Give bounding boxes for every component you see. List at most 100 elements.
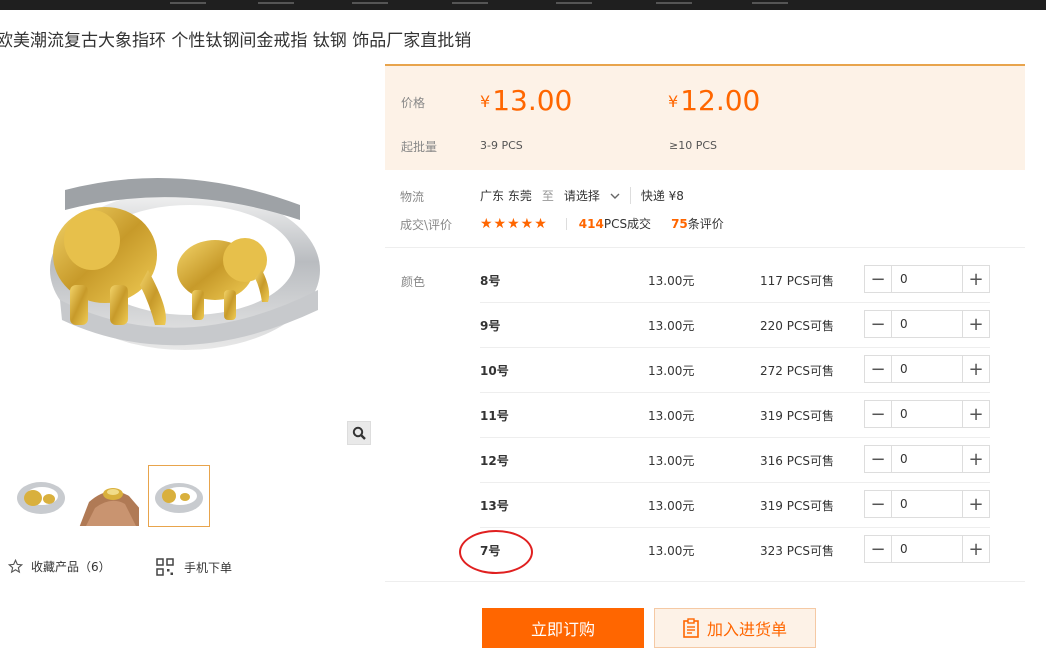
deal-count-suffix: PCS成交: [603, 217, 652, 231]
quantity-input[interactable]: [892, 446, 962, 472]
sku-stock: 220 PCS可售: [760, 319, 834, 333]
sku-price: 13.00元: [648, 544, 695, 558]
quantity-input[interactable]: [892, 311, 962, 337]
highlight-annotation-circle: [459, 530, 533, 574]
sku-price: 13.00元: [648, 454, 695, 468]
sku-row: 9号 13.00元 220 PCS可售 − +: [480, 303, 990, 348]
quantity-input[interactable]: [892, 401, 962, 427]
quantity-stepper: − +: [864, 310, 990, 338]
mobile-order[interactable]: 手机下单: [156, 558, 232, 576]
quantity-stepper: − +: [864, 265, 990, 293]
deals-row: ★★★★★ 414 PCS成交 75 条评价: [480, 215, 724, 232]
increment-button[interactable]: +: [962, 401, 989, 427]
sku-stock: 323 PCS可售: [760, 544, 834, 558]
nav-item[interactable]: [170, 0, 206, 4]
magnifier-icon: [352, 426, 366, 440]
nav-item[interactable]: [656, 0, 692, 4]
sku-row: 8号 13.00元 117 PCS可售 − +: [480, 258, 990, 303]
to-label: 至: [541, 189, 554, 203]
price-tier-2: ¥12.00: [668, 84, 760, 117]
decrement-button[interactable]: −: [865, 356, 892, 382]
range-tier-2: ≥10 PCS: [669, 139, 718, 152]
increment-button[interactable]: +: [962, 356, 989, 382]
increment-button[interactable]: +: [962, 266, 989, 292]
rating-stars: ★★★★★: [480, 215, 548, 232]
sku-stock: 319 PCS可售: [760, 409, 834, 423]
review-count-suffix[interactable]: 条评价: [688, 215, 724, 232]
thumbnail-2[interactable]: [78, 465, 140, 527]
mobile-order-label: 手机下单: [184, 560, 233, 575]
decrement-button[interactable]: −: [865, 491, 892, 517]
section-divider: [385, 581, 1025, 582]
sku-size: 9号: [480, 319, 501, 333]
sku-size: 8号: [480, 274, 501, 288]
sku-price: 13.00元: [648, 499, 695, 513]
price-value: 12.00: [680, 84, 761, 117]
sku-stock: 272 PCS可售: [760, 364, 834, 378]
buy-now-button[interactable]: 立即订购: [482, 608, 644, 648]
increment-button[interactable]: +: [962, 446, 989, 472]
quantity-stepper: − +: [864, 400, 990, 428]
thumbnail-1[interactable]: [8, 465, 70, 527]
product-title: 欧美潮流复古大象指环 个性钛钢间金戒指 钛钢 饰品厂家直批销: [0, 31, 472, 51]
sku-size: 12号: [480, 454, 509, 468]
nav-item[interactable]: [556, 0, 592, 4]
sku-price: 13.00元: [648, 409, 695, 423]
zoom-button[interactable]: [347, 421, 371, 445]
divider: [565, 217, 567, 230]
increment-button[interactable]: +: [962, 491, 989, 517]
sku-stock: 319 PCS可售: [760, 499, 834, 513]
decrement-button[interactable]: −: [865, 311, 892, 337]
price-value: 13.00: [492, 84, 573, 117]
sku-row: 12号 13.00元 316 PCS可售 − +: [480, 438, 990, 483]
logistics-label: 物流: [400, 190, 425, 204]
nav-item[interactable]: [452, 0, 488, 4]
decrement-button[interactable]: −: [865, 266, 892, 292]
quantity-input[interactable]: [892, 491, 962, 517]
price-panel: 价格 ¥13.00 ¥12.00 起批量 3-9 PCS ≥10 PCS: [385, 64, 1025, 170]
deals-label: 成交\评价: [400, 218, 453, 232]
destination-value: 请选择: [563, 189, 600, 203]
decrement-button[interactable]: −: [865, 536, 892, 562]
sku-row: 13号 13.00元 319 PCS可售 − +: [480, 483, 990, 528]
destination-select[interactable]: 请选择: [564, 187, 631, 204]
moq-label: 起批量: [401, 140, 438, 154]
decrement-button[interactable]: −: [865, 401, 892, 427]
sku-row: 10号 13.00元 272 PCS可售 − +: [480, 348, 990, 393]
thumbnail-3-selected[interactable]: [148, 465, 210, 527]
decrement-button[interactable]: −: [865, 446, 892, 472]
range-tier-1: 3-9 PCS: [480, 139, 523, 152]
increment-button[interactable]: +: [962, 311, 989, 337]
price-label: 价格: [401, 96, 426, 110]
review-count[interactable]: 75: [671, 217, 688, 231]
sku-size: 10号: [480, 364, 509, 378]
nav-item[interactable]: [752, 0, 788, 4]
price-tier-1: ¥13.00: [480, 84, 572, 117]
nav-item[interactable]: [258, 0, 294, 4]
color-label: 颜色: [401, 275, 426, 289]
quantity-input[interactable]: [892, 536, 962, 562]
logistics-row: 广东 东莞 至 请选择 快递 ¥8: [480, 187, 684, 204]
quantity-stepper: − +: [864, 445, 990, 473]
quantity-stepper: − +: [864, 355, 990, 383]
increment-button[interactable]: +: [962, 536, 989, 562]
quantity-stepper: − +: [864, 535, 990, 563]
star-outline-icon: [8, 559, 23, 574]
favorite-product[interactable]: 收藏产品（6）: [8, 558, 111, 575]
shipping-fee: 快递 ¥8: [640, 189, 684, 203]
add-to-purchase-list-button[interactable]: 加入进货单: [654, 608, 816, 648]
section-divider: [385, 247, 1025, 248]
sku-price: 13.00元: [648, 319, 695, 333]
sku-stock: 117 PCS可售: [760, 274, 834, 288]
quantity-input[interactable]: [892, 266, 962, 292]
sku-price: 13.00元: [648, 274, 695, 288]
currency-symbol: ¥: [668, 92, 679, 111]
qr-code-icon: [156, 558, 174, 576]
sku-size: 11号: [480, 409, 509, 423]
main-product-image[interactable]: [0, 70, 372, 450]
nav-item[interactable]: [352, 0, 388, 4]
top-nav-bar: [0, 0, 1046, 10]
favorite-label: 收藏产品（6）: [31, 560, 111, 574]
sku-price: 13.00元: [648, 364, 695, 378]
quantity-input[interactable]: [892, 356, 962, 382]
